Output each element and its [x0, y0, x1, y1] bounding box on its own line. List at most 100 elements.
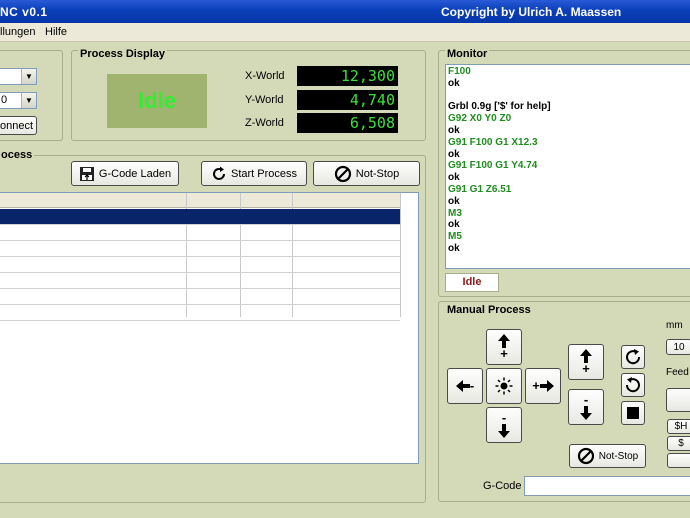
spindle-ccw-button[interactable]	[621, 373, 645, 397]
floppy-icon	[79, 166, 94, 181]
connection-panel: ▼ 0 ▼ onnect	[0, 50, 63, 141]
extra-cmd-button[interactable]	[667, 453, 690, 468]
jog-z-minus-button[interactable]: -	[568, 389, 604, 425]
notstop-button[interactable]: Not-Stop	[313, 161, 420, 186]
table-row[interactable]	[0, 209, 400, 225]
sun-icon	[495, 377, 513, 395]
x-world-value: 12,300	[297, 66, 398, 86]
monitor-line: ok	[448, 243, 460, 254]
arrow-left-icon	[455, 380, 470, 392]
window-title: NC v0.1	[0, 5, 48, 19]
y-world-value: 4,740	[297, 90, 398, 110]
gcode-load-button[interactable]: G-Code Laden	[71, 161, 179, 186]
manual-notstop-label: Not-Stop	[598, 450, 639, 462]
plus-label: +	[532, 378, 540, 393]
home-cmd-label: $H	[674, 421, 688, 432]
monitor-line: ok	[448, 125, 460, 136]
gcode-label: G-Code	[483, 480, 522, 492]
monitor-line: ok	[448, 148, 460, 160]
rotate-cw-icon	[626, 349, 641, 365]
feed-label: Feed	[666, 367, 689, 378]
rotate-ccw-icon	[625, 377, 640, 393]
chevron-down-icon[interactable]: ▼	[21, 69, 36, 84]
plus-label: +	[500, 346, 508, 361]
gcode-input[interactable]	[524, 476, 690, 496]
manual-process-title: Manual Process	[445, 304, 533, 316]
feed-button[interactable]	[666, 388, 690, 412]
gcode-load-label: G-Code Laden	[98, 167, 172, 180]
stop-icon	[577, 447, 594, 465]
arrow-right-icon	[539, 380, 554, 392]
step-size-button[interactable]: 10	[666, 339, 690, 355]
process-display-title: Process Display	[78, 48, 167, 60]
table-row[interactable]	[0, 241, 400, 257]
jog-y-minus-button[interactable]: -	[486, 407, 522, 443]
jog-x-plus-button[interactable]: +	[525, 368, 561, 404]
port-combo[interactable]: ▼	[0, 68, 37, 85]
minus-label: -	[469, 378, 475, 393]
status-display: Idle	[107, 74, 207, 128]
monitor-line: F100	[448, 66, 471, 77]
monitor-line: ok	[448, 77, 460, 89]
jog-z-plus-button[interactable]: +	[568, 344, 604, 380]
monitor-output[interactable]: F100 ok Grbl 0.9g ['$' for help] G92 X0 Y0 …	[445, 64, 690, 269]
settings-cmd-button[interactable]: $	[667, 436, 690, 451]
monitor-line: ok	[448, 172, 460, 184]
stop-square-icon	[627, 407, 639, 419]
monitor-line: G91 G1 Z6.51	[448, 184, 512, 195]
monitor-line: ok	[448, 195, 460, 207]
minus-label: -	[501, 410, 507, 425]
table-row[interactable]	[0, 289, 400, 305]
gcode-grid[interactable]	[0, 192, 419, 464]
jog-x-minus-button[interactable]: -	[447, 368, 483, 404]
monitor-line: ok	[448, 219, 460, 231]
process-panel: ocess G-Code Laden Start Process Not-Sto…	[0, 149, 426, 503]
process-title: ocess	[0, 149, 35, 161]
home-cmd-button[interactable]: $H	[667, 419, 690, 434]
monitor-line: G91 F100 G1 X12.3	[448, 136, 538, 148]
monitor-title: Monitor	[445, 48, 490, 60]
menu-bar: llungen Hilfe	[0, 23, 690, 42]
connect-button-label: onnect	[0, 119, 33, 132]
menu-item-help[interactable]: Hilfe	[45, 26, 67, 38]
manual-process-panel: Manual Process + - + - + - mm 10 Feed $H…	[438, 301, 690, 502]
baud-combo-value: 0	[1, 94, 8, 106]
z-world-value: 6,508	[297, 113, 398, 133]
monitor-line: G92 X0 Y0 Z0	[448, 113, 512, 125]
stop-icon	[334, 165, 351, 182]
monitor-line: Grbl 0.9g ['$' for help]	[448, 101, 551, 113]
table-row[interactable]	[0, 225, 400, 241]
start-process-button[interactable]: Start Process	[201, 161, 307, 186]
x-world-label: X-World	[245, 70, 285, 82]
arrow-down-icon	[580, 406, 592, 420]
connect-button[interactable]: onnect	[0, 116, 37, 135]
menu-item-settings[interactable]: llungen	[0, 26, 35, 38]
main-content: ▼ 0 ▼ onnect Process Display Idle X-Worl…	[0, 42, 690, 518]
jog-y-plus-button[interactable]: +	[486, 329, 522, 365]
chevron-down-icon[interactable]: ▼	[21, 93, 36, 108]
table-row[interactable]	[0, 305, 400, 321]
monitor-line: G91 F100 G1 Y4.74	[448, 160, 538, 172]
unit-label: mm	[666, 320, 683, 331]
jog-home-button[interactable]	[486, 368, 522, 404]
spindle-stop-button[interactable]	[621, 401, 645, 425]
monitor-line: M5	[448, 231, 462, 243]
plus-label: +	[582, 361, 590, 376]
title-bar: NC v0.1 Copyright by Ulrich A. Maassen	[0, 0, 690, 23]
start-process-label: Start Process	[230, 167, 298, 180]
refresh-icon	[213, 166, 225, 180]
table-row[interactable]	[0, 257, 400, 273]
settings-cmd-label: $	[678, 438, 684, 449]
manual-notstop-button[interactable]: Not-Stop	[569, 444, 646, 468]
table-row[interactable]	[0, 273, 400, 289]
grid-column-divider	[400, 193, 401, 317]
step-size-value: 10	[673, 341, 685, 353]
copyright-text: Copyright by Ulrich A. Maassen	[441, 5, 622, 19]
arrow-down-icon	[498, 424, 510, 438]
minus-label: -	[583, 392, 589, 407]
monitor-status: Idle	[445, 273, 499, 292]
y-world-label: Y-World	[245, 94, 284, 106]
spindle-cw-button[interactable]	[621, 345, 645, 369]
baud-combo[interactable]: 0 ▼	[0, 92, 37, 109]
monitor-panel: Monitor F100 ok Grbl 0.9g ['$' for help] G9…	[438, 48, 690, 297]
